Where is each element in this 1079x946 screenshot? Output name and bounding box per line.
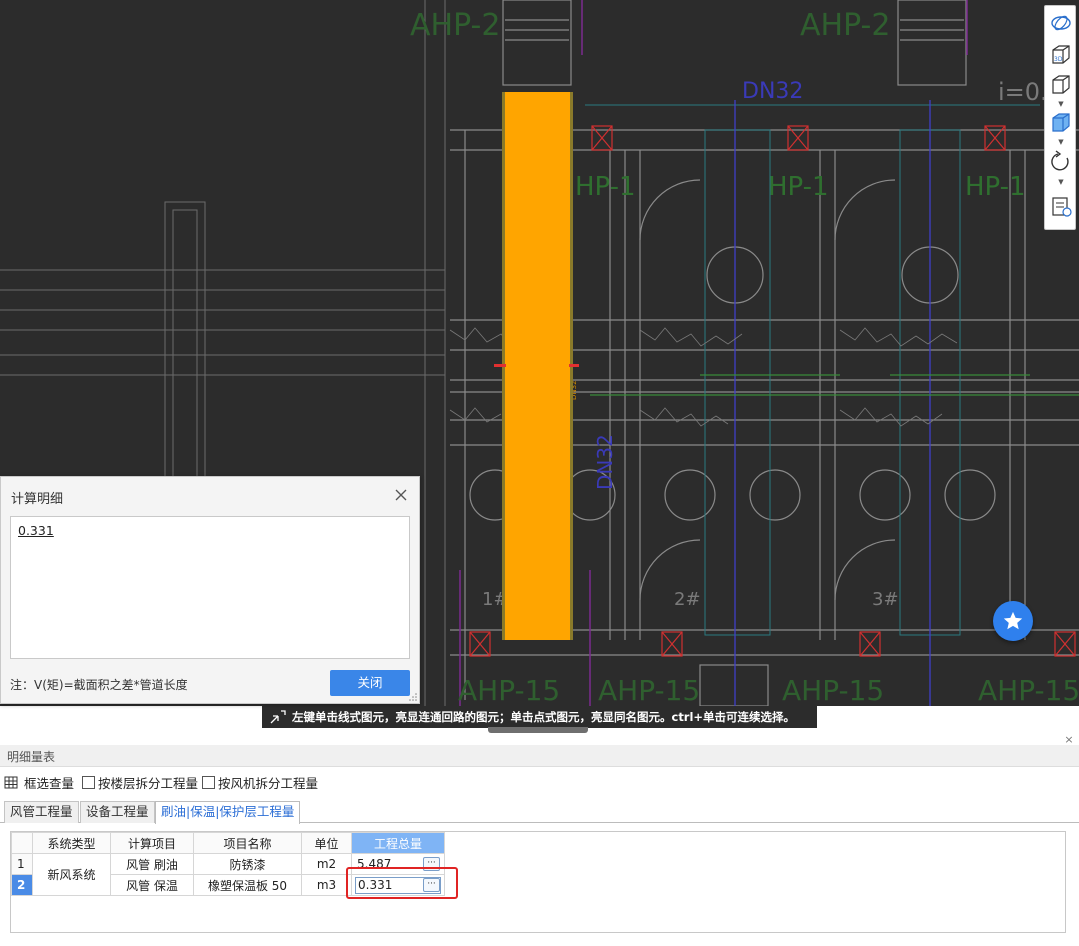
total-cell[interactable]: 5.487 ···: [351, 853, 445, 875]
cursor-hint-icon: [270, 710, 286, 724]
select-query-label: 框选查量: [24, 776, 75, 791]
chevron-down-icon[interactable]: ▼: [1056, 178, 1066, 186]
ahp-bottom-label-1: AHP-15: [458, 674, 560, 706]
hp-label-1: HP-1: [575, 172, 636, 202]
detail-ellipsis-button[interactable]: ···: [423, 878, 440, 892]
panel-title: 明细量表: [7, 750, 56, 764]
chevron-down-icon[interactable]: ▼: [1056, 138, 1066, 146]
unit-cell[interactable]: m3: [301, 874, 352, 896]
resize-grip-icon[interactable]: [409, 693, 417, 701]
status-hint-bar: 左键单击线式图元，亮显连通回路的图元；单击点式图元，亮显同名图元。ctrl+单击…: [262, 706, 817, 728]
chevron-down-icon[interactable]: ▼: [1056, 100, 1066, 108]
calc-result-value[interactable]: 0.331: [18, 523, 54, 538]
col-header-item-name[interactable]: 项目名称: [193, 832, 302, 854]
svg-text:3D: 3D: [1054, 56, 1063, 63]
status-hint-text: 左键单击线式图元，亮显连通回路的图元；单击点式图元，亮显同名图元。ctrl+单击…: [292, 710, 796, 724]
unit-label-3: 3#: [872, 589, 899, 610]
calc-detail-content[interactable]: 0.331: [10, 516, 410, 659]
table-header-row: 系统类型 计算项目 项目名称 单位 工程总量: [11, 832, 445, 854]
row-number-header: [11, 832, 33, 854]
3d-view-icon[interactable]: 3D: [1049, 44, 1073, 66]
table-row[interactable]: 1 新风系统 风管 刷油 防锈漆 m2 5.487 ···: [11, 853, 445, 896]
close-button[interactable]: 关闭: [330, 670, 410, 696]
hp-label-2: HP-1: [768, 172, 829, 202]
quantity-panel: × 明细量表 框选查量 按楼层拆分工程量 按风机拆分工程量 风管工程量 设备工程…: [0, 733, 1079, 946]
item-name-cell[interactable]: 防锈漆: [193, 853, 302, 875]
by-fan-label: 按风机拆分工程量: [218, 776, 319, 791]
item-name-cell[interactable]: 橡塑保温板 50: [193, 874, 302, 896]
option-row: 框选查量 按楼层拆分工程量 按风机拆分工程量: [0, 771, 600, 791]
ahp-bottom-label-2: AHP-15: [598, 674, 700, 706]
orbit-icon[interactable]: [1049, 12, 1073, 34]
dn32-top-label: DN32: [742, 79, 803, 104]
row-number[interactable]: 1: [11, 853, 33, 875]
duct-marker-left: [494, 364, 506, 367]
quantity-tabs: 风管工程量 设备工程量 刷油|保温|保护层工程量: [0, 799, 1079, 824]
calc-item-cell[interactable]: 风管 保温: [110, 874, 194, 896]
view-toolbar: 3D ▼ ▼ ▼: [1044, 5, 1076, 230]
by-fan-option[interactable]: 按风机拆分工程量: [202, 773, 318, 792]
col-header-calc-item[interactable]: 计算项目: [110, 832, 194, 854]
quantity-table: 系统类型 计算项目 项目名称 单位 工程总量 1 新风系统 风管 刷油 防锈漆 …: [11, 832, 445, 896]
formula-note: 注：V(矩)=截面积之差*管道长度: [10, 678, 188, 692]
unit-label-2: 2#: [674, 589, 701, 610]
cube-shaded-icon[interactable]: [1049, 112, 1073, 134]
total-value: 5.487: [357, 857, 392, 871]
tab-equipment-quantity[interactable]: 设备工程量: [80, 801, 155, 823]
panel-header: 明细量表: [0, 745, 1079, 767]
tab-duct-quantity[interactable]: 风管工程量: [4, 801, 79, 823]
ahp-bottom-label-3: AHP-15: [782, 674, 884, 706]
total-cell[interactable]: 0.331 ···: [351, 874, 445, 896]
quantity-table-container: 系统类型 计算项目 项目名称 单位 工程总量 1 新风系统 风管 刷油 防锈漆 …: [10, 831, 1066, 933]
calc-item-cell[interactable]: 风管 刷油: [110, 853, 194, 875]
by-fan-checkbox[interactable]: [202, 776, 215, 789]
ahp-top-label-1: AHP-2: [410, 8, 500, 43]
favorite-button[interactable]: [993, 601, 1033, 641]
rotate-icon[interactable]: [1049, 150, 1073, 172]
by-floor-checkbox[interactable]: [82, 776, 95, 789]
system-type-cell[interactable]: 新风系统: [32, 853, 111, 896]
cube-outline-icon[interactable]: [1049, 74, 1073, 96]
ahp-bottom-label-4: AHP-15: [978, 674, 1079, 706]
col-header-system-type[interactable]: 系统类型: [32, 832, 111, 854]
unit-cell[interactable]: m2: [301, 853, 352, 875]
by-floor-label: 按楼层拆分工程量: [98, 776, 199, 791]
duct-marker-right: [569, 364, 579, 367]
detail-ellipsis-button[interactable]: ···: [423, 857, 440, 871]
close-icon[interactable]: [393, 487, 409, 503]
layer-props-icon[interactable]: [1049, 196, 1073, 218]
dn32-side-label: DN32: [593, 434, 617, 490]
ahp-top-label-2: AHP-2: [800, 8, 890, 43]
col-header-total[interactable]: 工程总量: [351, 832, 445, 854]
selected-duct[interactable]: [502, 92, 573, 640]
calc-detail-dialog: 计算明细 0.331 注：V(矩)=截面积之差*管道长度 关闭: [0, 476, 420, 704]
select-query-button[interactable]: 框选查量: [4, 773, 74, 792]
star-icon: [1003, 611, 1023, 630]
row-number[interactable]: 2: [11, 874, 33, 896]
grid-select-icon: [4, 776, 18, 788]
dialog-title: 计算明细: [11, 492, 64, 507]
by-floor-option[interactable]: 按楼层拆分工程量: [82, 773, 198, 792]
col-header-unit[interactable]: 单位: [301, 832, 352, 854]
hp-label-3: HP-1: [965, 172, 1026, 202]
tab-coating-insulation-quantity[interactable]: 刷油|保温|保护层工程量: [155, 801, 301, 824]
